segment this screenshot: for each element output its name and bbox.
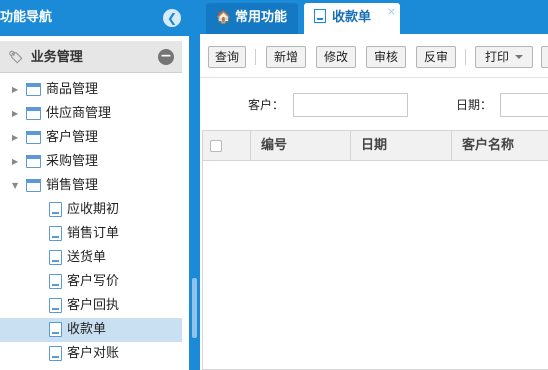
tab-label: 常用功能 bbox=[234, 10, 287, 25]
tree-node-label: 客户管理 bbox=[46, 130, 99, 145]
data-grid: 编号 日期 客户名称 bbox=[202, 130, 548, 370]
query-button[interactable]: 查询 bbox=[208, 46, 246, 68]
caret-right-icon: ▶ bbox=[12, 109, 19, 118]
tree-leaf-customer-price[interactable]: 客户写价 bbox=[0, 270, 182, 294]
tree-node-label: 采购管理 bbox=[46, 154, 99, 169]
document-icon bbox=[49, 298, 62, 313]
document-icon bbox=[49, 250, 62, 265]
folder-icon bbox=[26, 179, 41, 192]
folder-icon bbox=[26, 83, 41, 96]
audit-button[interactable]: 审核 bbox=[366, 46, 406, 68]
customer-input[interactable] bbox=[293, 93, 408, 117]
document-icon bbox=[49, 346, 62, 361]
customer-label: 客户： bbox=[248, 98, 285, 112]
home-icon: 🏠 bbox=[216, 10, 231, 24]
document-icon bbox=[49, 274, 62, 289]
close-icon[interactable]: × bbox=[387, 0, 396, 26]
tree-leaf-label: 销售订单 bbox=[67, 226, 120, 241]
tree-leaf-payment-receipt[interactable]: 收款单 bbox=[0, 318, 182, 342]
tree-leaf-label: 送货单 bbox=[67, 250, 107, 265]
select-all-cell bbox=[203, 131, 251, 161]
toolbar-divider bbox=[465, 49, 466, 65]
unaudit-button[interactable]: 反审 bbox=[416, 46, 456, 68]
select-all-checkbox[interactable] bbox=[210, 140, 222, 152]
tree-leaf-label: 收款单 bbox=[67, 322, 107, 337]
caret-down-icon bbox=[515, 55, 523, 59]
date-label: 日期： bbox=[456, 98, 493, 112]
caret-right-icon: ▶ bbox=[12, 133, 19, 142]
column-header-date[interactable]: 日期 bbox=[351, 131, 452, 161]
tree-leaf-receivable-opening[interactable]: 应收期初 bbox=[0, 198, 182, 222]
tree-leaf-delivery-note[interactable]: 送货单 bbox=[0, 246, 182, 270]
tree-node-label: 销售管理 bbox=[46, 178, 99, 193]
tree-leaf-label: 客户对账 bbox=[67, 346, 120, 361]
splitter-handle[interactable] bbox=[192, 278, 197, 338]
tree-node-suppliers[interactable]: ▶ 供应商管理 bbox=[0, 102, 182, 126]
group-title: 业务管理 bbox=[30, 50, 83, 65]
tree-leaf-label: 客户回执 bbox=[67, 298, 120, 313]
tree-node-purchasing[interactable]: ▶ 采购管理 bbox=[0, 150, 182, 174]
print-label: 打印 bbox=[484, 50, 509, 64]
tree-leaf-label: 应收期初 bbox=[67, 202, 120, 217]
tab-label: 收款单 bbox=[332, 10, 372, 25]
tree-leaf-sales-order[interactable]: 销售订单 bbox=[0, 222, 182, 246]
tree-node-products[interactable]: ▶ 商品管理 bbox=[0, 78, 182, 102]
filter-form: 客户： 日期： bbox=[200, 92, 548, 118]
document-icon bbox=[49, 226, 62, 241]
print-button[interactable]: 打印 bbox=[475, 46, 533, 68]
navigation-panel: 功能导航 ❮ 🏷 业务管理 − ▶ 商品管理 ▶ 供应商管理 ▶ 客户管理 ▶ … bbox=[0, 0, 189, 370]
minus-icon[interactable]: − bbox=[158, 49, 174, 65]
toolbar-divider bbox=[255, 49, 256, 65]
column-header-customer-name[interactable]: 客户名称 bbox=[452, 131, 548, 161]
grid-header: 编号 日期 客户名称 bbox=[203, 131, 548, 161]
tab-bar: 🏠 常用功能 收款单 × bbox=[200, 0, 548, 34]
tree-leaf-customer-statement[interactable]: 客户对账 bbox=[0, 342, 182, 366]
tree-node-customers[interactable]: ▶ 客户管理 bbox=[0, 126, 182, 150]
tab-payment-receipt[interactable]: 收款单 × bbox=[304, 3, 400, 34]
group-header-business[interactable]: 🏷 业务管理 − bbox=[0, 41, 182, 73]
edit-button[interactable]: 修改 bbox=[316, 46, 356, 68]
document-icon bbox=[314, 9, 326, 23]
caret-down-icon: ▼ bbox=[12, 181, 19, 190]
more-button[interactable] bbox=[541, 46, 548, 68]
add-button[interactable]: 新增 bbox=[266, 46, 306, 68]
tree-node-sales[interactable]: ▼ 销售管理 bbox=[0, 174, 182, 198]
date-input[interactable] bbox=[500, 93, 548, 117]
tree-leaf-customer-receipt[interactable]: 客户回执 bbox=[0, 294, 182, 318]
content-panel: 🏠 常用功能 收款单 × 查询 新增 修改 审核 反审 打印 客户： 日期： 编号… bbox=[200, 0, 548, 370]
nav-tree: ▶ 商品管理 ▶ 供应商管理 ▶ 客户管理 ▶ 采购管理 ▼ 销售管理 应收期初 bbox=[0, 78, 182, 366]
nav-title: 功能导航 bbox=[0, 10, 53, 25]
toolbar: 查询 新增 修改 审核 反审 打印 bbox=[200, 38, 548, 78]
tree-node-label: 供应商管理 bbox=[46, 106, 112, 121]
caret-right-icon: ▶ bbox=[12, 85, 19, 94]
tree-leaf-label: 客户写价 bbox=[67, 274, 120, 289]
tag-icon: 🏷 bbox=[8, 50, 24, 64]
caret-right-icon: ▶ bbox=[12, 157, 19, 166]
tree-node-label: 商品管理 bbox=[46, 82, 99, 97]
column-header-number[interactable]: 编号 bbox=[251, 131, 351, 161]
folder-icon bbox=[26, 131, 41, 144]
nav-header: 功能导航 ❮ bbox=[0, 0, 189, 36]
tab-common-functions[interactable]: 🏠 常用功能 bbox=[206, 3, 298, 34]
document-icon bbox=[49, 322, 62, 337]
folder-icon bbox=[26, 155, 41, 168]
chevron-left-icon[interactable]: ❮ bbox=[163, 9, 181, 27]
document-icon bbox=[49, 202, 62, 217]
folder-icon bbox=[26, 107, 41, 120]
